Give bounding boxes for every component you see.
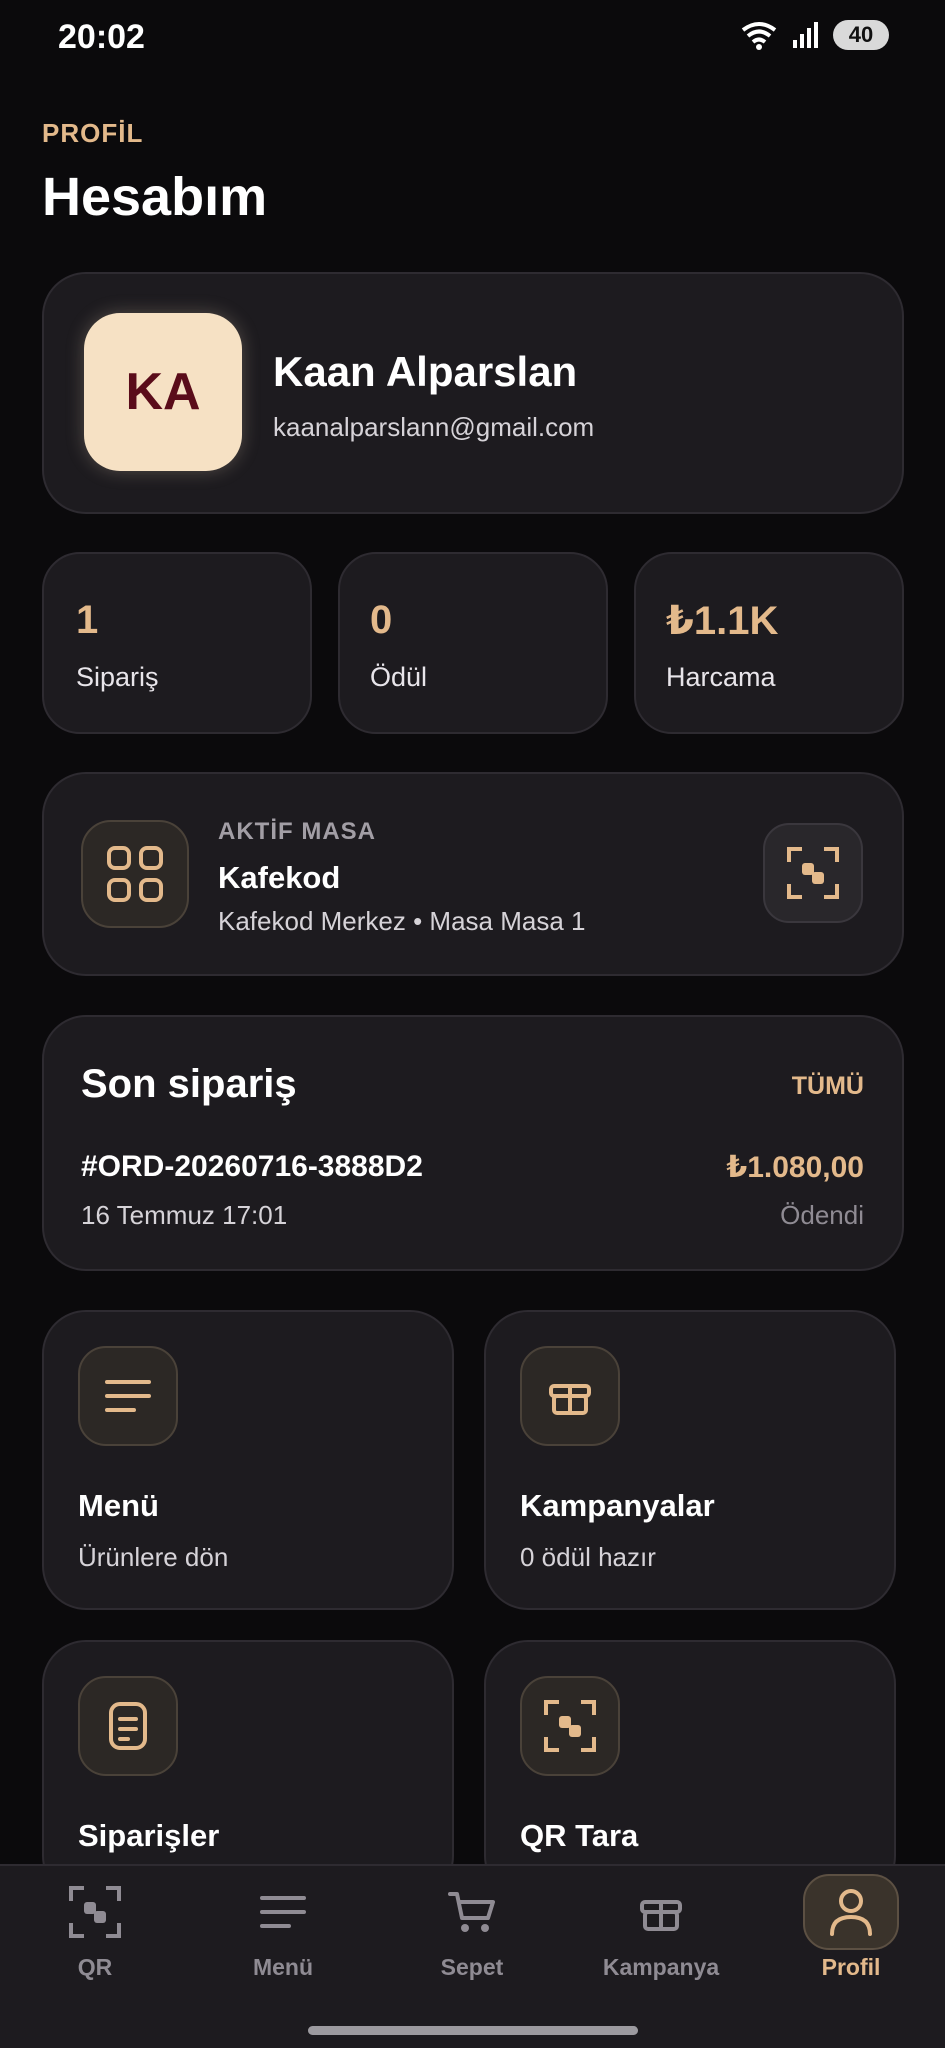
quick-link-menu-subtitle: Ürünlere dön [78, 1542, 229, 1572]
battery-indicator: 40 [833, 20, 889, 50]
stat-value-spending: ₺1.1K [666, 599, 779, 643]
qr-scan-icon [787, 847, 839, 899]
active-table-label: AKTİF MASA [218, 818, 376, 845]
quick-link-orders-title: Siparişler [78, 1818, 220, 1853]
nav-label-menu: Menü [252, 1954, 314, 1980]
gift-icon [640, 1900, 682, 1931]
quick-link-campaigns-title: Kampanyalar [520, 1488, 715, 1523]
nav-item-profile[interactable]: Profil [781, 1872, 921, 2002]
wifi-icon [741, 22, 777, 50]
qr-scan-icon [544, 1700, 596, 1752]
stat-value-orders: 1 [76, 598, 99, 642]
last-order-title: Son sipariş [81, 1062, 297, 1106]
page-title: Hesabım [42, 167, 268, 227]
stat-card-rewards [338, 552, 608, 734]
menu-lines-icon [105, 1380, 151, 1412]
grid-icon [107, 846, 163, 902]
nav-item-campaign[interactable]: Kampanya [591, 1872, 731, 2002]
stat-card-orders [42, 552, 312, 734]
view-all-orders-link[interactable]: TÜMÜ [792, 1072, 864, 1101]
campaigns-icon-tile [520, 1346, 620, 1446]
stat-label-orders: Sipariş [76, 662, 159, 692]
status-icons: 40 [739, 20, 889, 50]
quick-link-campaigns-subtitle: 0 ödül hazır [520, 1542, 656, 1572]
profile-name: Kaan Alparslan [273, 348, 578, 395]
active-table-detail: Kafekod Merkez • Masa Masa 1 [218, 906, 586, 936]
last-order-card[interactable] [42, 1015, 904, 1271]
nav-label-qr: QR [77, 1954, 113, 1980]
nav-label-profile: Profil [821, 1954, 881, 1980]
nav-item-qr[interactable]: QR [25, 1872, 165, 2002]
stat-label-spending: Harcama [666, 662, 776, 692]
profile-email: kaanalparslann@gmail.com [273, 412, 595, 442]
nav-item-menu[interactable]: Menü [213, 1872, 353, 2002]
orders-icon-tile [78, 1676, 178, 1776]
menu-lines-icon [260, 1896, 306, 1928]
nav-label-campaign: Kampanya [602, 1954, 720, 1980]
cart-icon [448, 1892, 495, 1932]
nav-item-cart[interactable]: Sepet [402, 1872, 542, 2002]
table-icon-tile [81, 820, 189, 928]
signal-icon [793, 22, 818, 48]
active-table-name: Kafekod [218, 860, 341, 895]
menu-icon-tile [78, 1346, 178, 1446]
status-time: 20:02 [58, 18, 145, 56]
home-indicator[interactable] [308, 2026, 638, 2035]
scan-qr-button[interactable] [763, 823, 863, 923]
quick-link-qr-scan-title: QR Tara [520, 1818, 639, 1853]
order-amount: ₺1.080,00 [726, 1151, 864, 1184]
quick-link-menu-title: Menü [78, 1488, 159, 1523]
order-date: 16 Temmuz 17:01 [81, 1200, 288, 1230]
stat-value-rewards: 0 [370, 598, 393, 642]
stat-label-rewards: Ödül [370, 662, 428, 692]
qr-scan-icon [69, 1886, 121, 1938]
gift-icon [549, 1384, 591, 1415]
avatar: KA [84, 313, 242, 471]
user-icon [830, 1889, 872, 1936]
qr-scan-icon-tile [520, 1676, 620, 1776]
order-status: Ödendi [780, 1200, 864, 1230]
section-label: PROFİL [42, 118, 144, 148]
document-icon [109, 1702, 147, 1750]
order-id: #ORD-20260716-3888D2 [81, 1150, 423, 1183]
nav-label-cart: Sepet [440, 1954, 504, 1980]
